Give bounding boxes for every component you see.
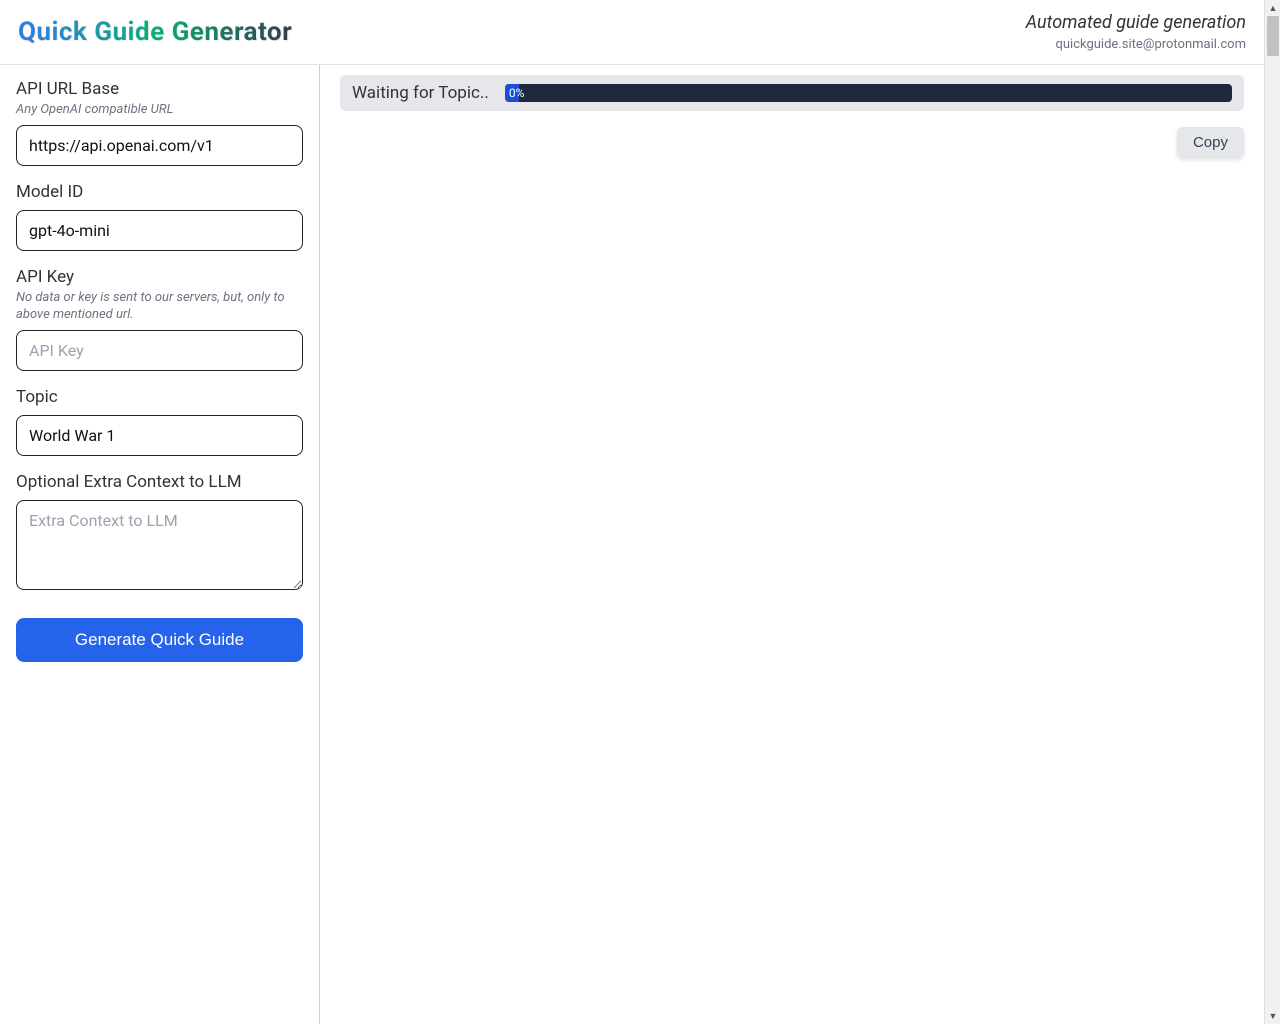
sidebar: API URL Base Any OpenAI compatible URL M… — [0, 65, 320, 1024]
api-url-input[interactable] — [16, 125, 303, 166]
api-url-hint: Any OpenAI compatible URL — [16, 101, 303, 119]
vertical-scrollbar[interactable]: ▲ ▼ — [1264, 0, 1280, 1024]
field-extra-context: Optional Extra Context to LLM — [16, 472, 303, 594]
field-api-key: API Key No data or key is sent to our se… — [16, 267, 303, 371]
api-url-label: API URL Base — [16, 79, 303, 99]
progress-label: 0% — [509, 86, 525, 100]
header-subtitle: Automated guide generation — [1026, 12, 1246, 33]
field-model-id: Model ID — [16, 182, 303, 251]
api-key-input[interactable] — [16, 330, 303, 371]
header: Quick Guide Generator Automated guide ge… — [0, 0, 1264, 65]
generate-button[interactable]: Generate Quick Guide — [16, 618, 303, 662]
api-key-label: API Key — [16, 267, 303, 287]
scroll-thumb[interactable] — [1267, 16, 1279, 56]
extra-context-label: Optional Extra Context to LLM — [16, 472, 303, 492]
model-id-label: Model ID — [16, 182, 303, 202]
app-title: Quick Guide Generator — [18, 17, 292, 47]
api-key-hint: No data or key is sent to our servers, b… — [16, 289, 303, 324]
field-topic: Topic — [16, 387, 303, 456]
model-id-input[interactable] — [16, 210, 303, 251]
content-area: Waiting for Topic.. 0% Copy — [320, 65, 1264, 1024]
header-contact: quickguide.site@protonmail.com — [1026, 37, 1246, 52]
scroll-up-icon[interactable]: ▲ — [1265, 0, 1280, 16]
status-bar: Waiting for Topic.. 0% — [340, 75, 1244, 111]
field-api-url: API URL Base Any OpenAI compatible URL — [16, 79, 303, 166]
topic-label: Topic — [16, 387, 303, 407]
progress-bar: 0% — [505, 84, 1232, 102]
status-text: Waiting for Topic.. — [352, 83, 489, 103]
extra-context-input[interactable] — [16, 500, 303, 590]
copy-button[interactable]: Copy — [1177, 127, 1244, 158]
topic-input[interactable] — [16, 415, 303, 456]
scroll-down-icon[interactable]: ▼ — [1265, 1008, 1280, 1024]
header-right: Automated guide generation quickguide.si… — [1026, 12, 1246, 52]
